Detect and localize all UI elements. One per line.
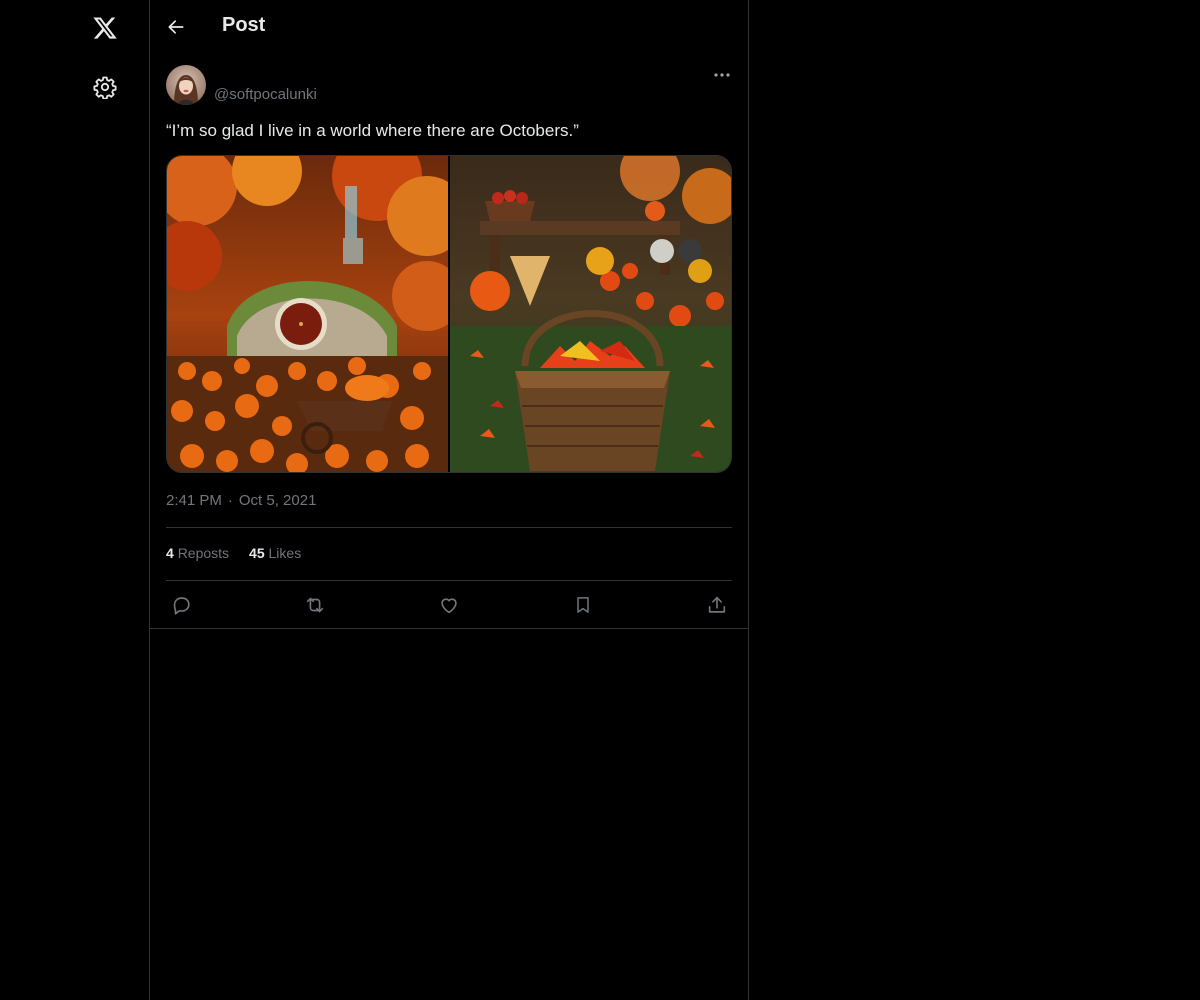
post-text: “I’m so glad I live in a world where the… bbox=[166, 121, 579, 140]
reposts-stat[interactable]: 4 Reposts bbox=[166, 545, 229, 561]
reply-icon[interactable] bbox=[166, 592, 196, 618]
meta-separator: · bbox=[227, 492, 233, 509]
reposts-count: 4 bbox=[166, 545, 174, 561]
like-icon[interactable] bbox=[434, 592, 464, 618]
repost-icon[interactable] bbox=[300, 592, 330, 618]
post-time: 2:41 PM bbox=[166, 492, 222, 509]
likes-count: 45 bbox=[249, 545, 265, 561]
sidebar bbox=[0, 0, 150, 1000]
reposts-label: Reposts bbox=[177, 545, 230, 561]
post-date: Oct 5, 2021 bbox=[238, 492, 317, 509]
autumn-basket-image[interactable] bbox=[450, 156, 731, 472]
avatar[interactable] bbox=[166, 65, 206, 105]
gear-icon[interactable] bbox=[91, 73, 119, 101]
x-logo-icon[interactable] bbox=[87, 10, 123, 46]
post-detail-column: Post @softpocalunki “I’m so glad I live … bbox=[150, 0, 749, 1000]
post-stats: 4 Reposts 45 Likes bbox=[166, 545, 301, 561]
page-title: Post bbox=[222, 14, 266, 36]
likes-label: Likes bbox=[268, 545, 302, 561]
post-actions bbox=[166, 592, 732, 618]
divider bbox=[166, 580, 732, 581]
share-icon[interactable] bbox=[702, 592, 732, 618]
divider bbox=[166, 527, 732, 528]
autumn-hobbit-house-image[interactable] bbox=[167, 156, 448, 472]
top-bar: Post bbox=[150, 0, 748, 54]
arrow-left-icon[interactable] bbox=[164, 15, 188, 39]
post-timestamp[interactable]: 2:41 PM · Oct 5, 2021 bbox=[166, 492, 316, 509]
post-media bbox=[166, 155, 732, 473]
bookmark-icon[interactable] bbox=[568, 592, 598, 618]
more-options-icon[interactable] bbox=[710, 66, 734, 84]
post-bottom-border bbox=[150, 628, 748, 629]
likes-stat[interactable]: 45 Likes bbox=[249, 545, 301, 561]
user-handle[interactable]: @softpocalunki bbox=[214, 86, 317, 103]
